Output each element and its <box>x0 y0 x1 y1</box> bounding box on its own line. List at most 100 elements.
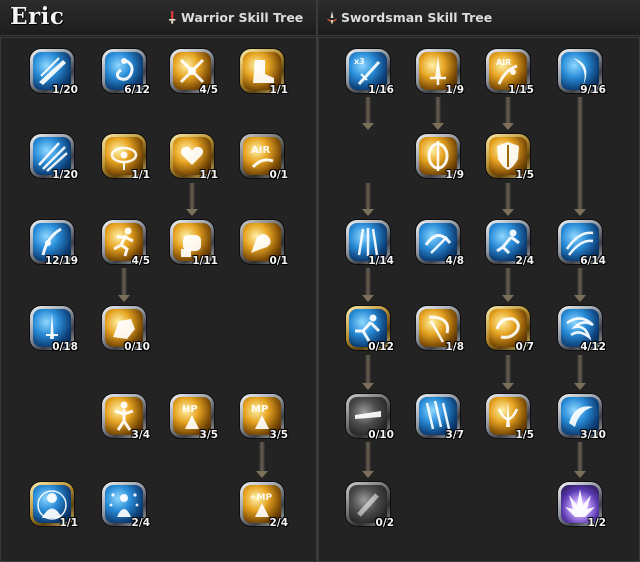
skill-level: 1/9 <box>445 169 464 181</box>
skill-level: 1/14 <box>368 255 394 267</box>
skill-connector-arrow <box>186 209 198 216</box>
skill-slot[interactable]: 0/1 <box>240 220 288 267</box>
skill-slot[interactable]: 1/5 <box>486 134 534 181</box>
skill-level: 1/15 <box>508 84 534 96</box>
skill-slot[interactable]: 1/1 <box>240 49 288 96</box>
skill-level: 3/4 <box>131 429 150 441</box>
skill-level: 1/5 <box>515 429 534 441</box>
skill-slot[interactable]: 1/20 <box>30 134 78 181</box>
skill-slot[interactable]: 1/9 <box>416 134 464 181</box>
skill-slot[interactable]: 12/19 <box>30 220 78 267</box>
skill-slot[interactable]: 3/10 <box>558 394 606 441</box>
tree-divider <box>316 0 318 562</box>
tab-warrior-skill-tree[interactable]: Warrior Skill Tree <box>166 10 303 25</box>
skill-slot[interactable]: 6/14 <box>558 220 606 267</box>
skill-slot[interactable]: 1/9 <box>416 49 464 96</box>
skill-connector-line <box>365 355 371 383</box>
skill-level: 1/2 <box>587 517 606 529</box>
tab-swordsman-skill-tree[interactable]: Swordsman Skill Tree <box>326 10 492 25</box>
skill-level: 1/11 <box>192 255 218 267</box>
skill-slot[interactable]: 0/10 <box>346 394 394 441</box>
svg-text:AIR: AIR <box>251 145 270 156</box>
skill-level: 0/18 <box>52 341 78 353</box>
skill-slot[interactable]: 3/7 <box>416 394 464 441</box>
skill-slot[interactable]: 1/1 <box>170 134 218 181</box>
skill-slot[interactable]: 1/11 <box>170 220 218 267</box>
tab-warrior-label: Warrior Skill Tree <box>181 10 304 25</box>
skill-level: 2/4 <box>269 517 288 529</box>
skill-connector-line <box>435 97 441 123</box>
svg-text:+MP: +MP <box>249 493 272 503</box>
skill-level: 1/1 <box>269 84 288 96</box>
skill-connector-arrow <box>432 123 444 130</box>
skill-slot[interactable]: 1/8 <box>416 306 464 353</box>
skill-connector-arrow <box>256 471 268 478</box>
skill-slot[interactable]: 0/18 <box>30 306 78 353</box>
skill-slot[interactable]: 0/10 <box>102 306 150 353</box>
skill-slot[interactable]: 6/12 <box>102 49 150 96</box>
skill-slot[interactable]: 4/8 <box>416 220 464 267</box>
skill-slot[interactable]: 1/14 <box>346 220 394 267</box>
skill-slot[interactable]: 1/2 <box>558 482 606 529</box>
skill-connector-line <box>577 97 583 209</box>
skill-slot[interactable]: x3 1/16 <box>346 49 394 96</box>
skill-connector-line <box>121 268 127 295</box>
skill-connector-arrow <box>118 295 130 302</box>
skill-slot[interactable]: 4/5 <box>102 220 150 267</box>
skill-level: 2/4 <box>131 517 150 529</box>
skill-level: 6/12 <box>124 84 150 96</box>
warrior-emblem-icon <box>169 11 176 24</box>
skill-level: 3/10 <box>580 429 606 441</box>
skill-slot[interactable]: 1/1 <box>102 134 150 181</box>
skill-connector-line <box>259 442 265 471</box>
skill-connector-arrow <box>574 383 586 390</box>
skill-level: 1/1 <box>199 169 218 181</box>
skill-slot[interactable]: 0/2 <box>346 482 394 529</box>
skill-connector-arrow <box>362 123 374 130</box>
skill-level: 1/1 <box>131 169 150 181</box>
skill-level: 1/16 <box>368 84 394 96</box>
svg-text:HP: HP <box>182 404 198 415</box>
skill-connector-arrow <box>362 383 374 390</box>
skill-connector-line <box>505 268 511 295</box>
swordsman-emblem-icon <box>327 11 337 24</box>
skill-slot[interactable]: AIR 1/15 <box>486 49 534 96</box>
skill-level: 1/5 <box>515 169 534 181</box>
skill-slot[interactable]: MP 3/5 <box>240 394 288 441</box>
skill-connector-arrow <box>362 471 374 478</box>
skill-level: 12/19 <box>44 255 78 267</box>
skill-slot[interactable]: 0/7 <box>486 306 534 353</box>
skill-slot[interactable]: 2/4 <box>102 482 150 529</box>
skill-slot[interactable]: 1/20 <box>30 49 78 96</box>
skill-connector-arrow <box>574 471 586 478</box>
skill-level: 0/1 <box>269 169 288 181</box>
skill-connector-line <box>365 97 371 123</box>
skill-slot[interactable]: 3/4 <box>102 394 150 441</box>
skill-level: 1/20 <box>52 169 78 181</box>
skill-slot[interactable]: 1/1 <box>30 482 78 529</box>
svg-text:x3: x3 <box>354 57 365 66</box>
skill-connector-line <box>577 268 583 295</box>
tab-swordsman-label: Swordsman Skill Tree <box>341 10 493 25</box>
skill-slot[interactable]: +MP 2/4 <box>240 482 288 529</box>
skill-level: 1/20 <box>52 84 78 96</box>
skill-connector-arrow <box>502 123 514 130</box>
skill-slot[interactable]: AIR 0/1 <box>240 134 288 181</box>
skill-connector-line <box>577 355 583 383</box>
skill-connector-arrow <box>362 209 374 216</box>
character-name: Eric <box>10 3 65 30</box>
skill-slot[interactable]: 4/12 <box>558 306 606 353</box>
skill-level: 3/5 <box>269 429 288 441</box>
skill-connector-line <box>365 268 371 295</box>
skill-slot[interactable]: HP 3/5 <box>170 394 218 441</box>
skill-connector-arrow <box>502 383 514 390</box>
skill-slot[interactable]: 4/5 <box>170 49 218 96</box>
skill-tree-header: Eric Warrior Skill Tree Swordsman Skill … <box>0 0 640 36</box>
skill-connector-line <box>365 183 371 209</box>
skill-connector-arrow <box>502 209 514 216</box>
skill-level: 9/16 <box>580 84 606 96</box>
skill-slot[interactable]: 9/16 <box>558 49 606 96</box>
skill-slot[interactable]: 0/12 <box>346 306 394 353</box>
skill-slot[interactable]: 2/4 <box>486 220 534 267</box>
skill-slot[interactable]: 1/5 <box>486 394 534 441</box>
